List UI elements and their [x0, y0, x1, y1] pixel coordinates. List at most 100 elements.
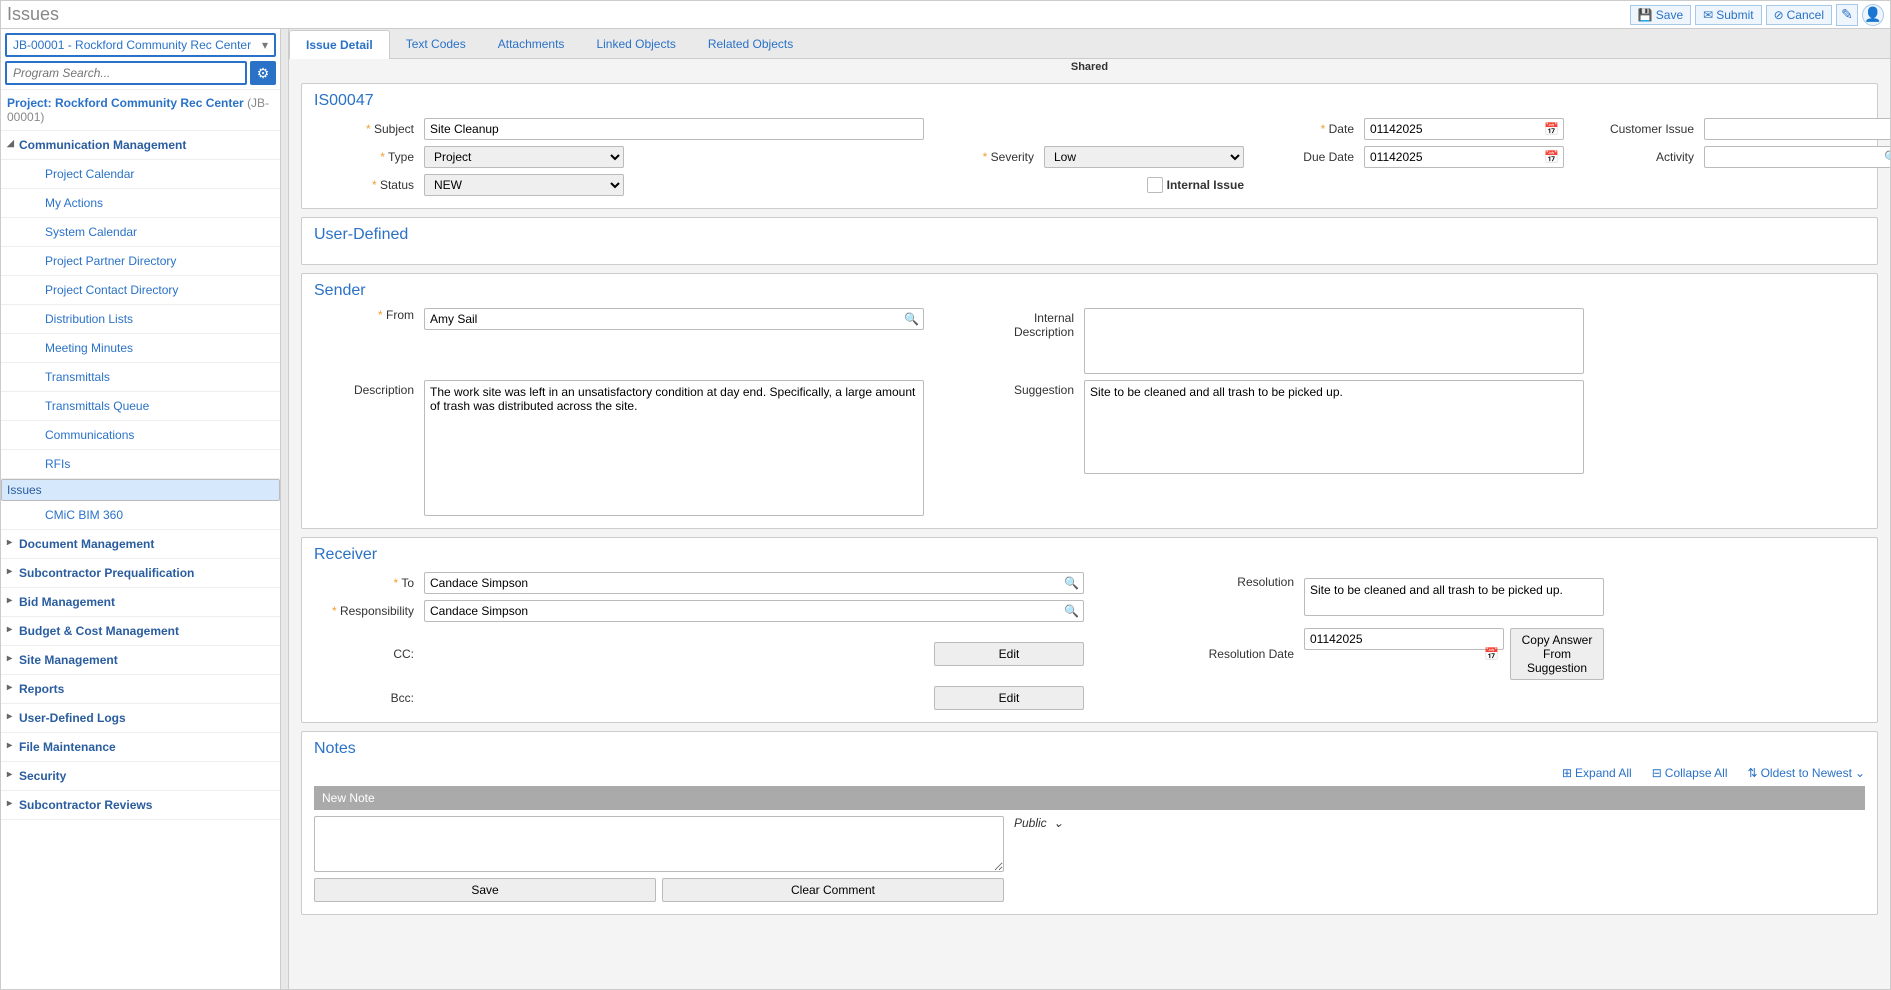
- save-icon: 💾: [1638, 8, 1653, 22]
- tree-item[interactable]: Distribution Lists: [1, 305, 280, 334]
- activity-input[interactable]: [1704, 146, 1890, 168]
- note-visibility-select[interactable]: Public ⌄: [1014, 816, 1063, 830]
- tree-item[interactable]: My Actions: [1, 189, 280, 218]
- responsibility-label: Responsibility: [314, 604, 414, 618]
- receiver-panel: Receiver To 🔍 Resolution Site to be clea…: [301, 537, 1878, 723]
- calendar-icon[interactable]: 📅: [1544, 150, 1559, 164]
- tree-section[interactable]: File Maintenance: [1, 733, 280, 762]
- expand-all-link[interactable]: ⊞Expand All: [1562, 766, 1632, 780]
- issue-id: IS00047: [314, 92, 1865, 110]
- cancel-button[interactable]: ⊘Cancel: [1766, 5, 1832, 25]
- sidebar: JB-00001 - Rockford Community Rec Center…: [1, 29, 281, 989]
- suggestion-textarea[interactable]: Site to be cleaned and all trash to be p…: [1084, 380, 1584, 474]
- type-select[interactable]: Project: [424, 146, 624, 168]
- note-textarea[interactable]: [314, 816, 1004, 872]
- sender-panel: Sender From 🔍 InternalDescription Descri…: [301, 273, 1878, 529]
- tree-item[interactable]: Communications: [1, 421, 280, 450]
- tree-item[interactable]: Project Partner Directory: [1, 247, 280, 276]
- tab[interactable]: Text Codes: [390, 30, 482, 58]
- tree-item[interactable]: CMiC BIM 360: [1, 501, 280, 530]
- note-save-button[interactable]: Save: [314, 878, 656, 902]
- tree-section[interactable]: Security: [1, 762, 280, 791]
- note-clear-button[interactable]: Clear Comment: [662, 878, 1004, 902]
- resolution-textarea[interactable]: Site to be cleaned and all trash to be p…: [1304, 578, 1604, 616]
- project-select[interactable]: JB-00001 - Rockford Community Rec Center: [5, 33, 276, 57]
- to-label: To: [314, 576, 414, 590]
- subject-label: Subject: [314, 122, 414, 136]
- tree-item[interactable]: Project Calendar: [1, 160, 280, 189]
- tab[interactable]: Linked Objects: [580, 30, 691, 58]
- shared-label: Shared: [1071, 61, 1108, 73]
- tree-item[interactable]: Meeting Minutes: [1, 334, 280, 363]
- resolution-label: Resolution: [1094, 572, 1294, 589]
- subject-input[interactable]: [424, 118, 924, 140]
- internal-desc-textarea[interactable]: [1084, 308, 1584, 374]
- suggestion-label: Suggestion: [934, 380, 1074, 397]
- tabs: Issue DetailText CodesAttachmentsLinked …: [289, 29, 1890, 59]
- project-header[interactable]: Project: Rockford Community Rec Center (…: [1, 90, 280, 131]
- date-input[interactable]: [1364, 118, 1564, 140]
- tree-section[interactable]: Budget & Cost Management: [1, 617, 280, 646]
- save-button[interactable]: 💾Save: [1630, 5, 1691, 25]
- description-textarea[interactable]: The work site was left in an unsatisfact…: [424, 380, 924, 516]
- from-input[interactable]: [424, 308, 924, 330]
- tree-section[interactable]: Reports: [1, 675, 280, 704]
- calendar-icon[interactable]: 📅: [1544, 122, 1559, 136]
- edit-icon[interactable]: ✎: [1836, 4, 1858, 26]
- tree-item[interactable]: Transmittals: [1, 363, 280, 392]
- tree-section[interactable]: Site Management: [1, 646, 280, 675]
- plus-icon: ⊞: [1562, 766, 1572, 780]
- tree-section[interactable]: Communication Management: [1, 131, 280, 160]
- bcc-edit-button[interactable]: Edit: [934, 686, 1084, 710]
- from-label: From: [314, 308, 414, 322]
- program-search-input[interactable]: [5, 61, 247, 85]
- sort-icon: ⇅: [1748, 766, 1758, 780]
- tab[interactable]: Related Objects: [692, 30, 809, 58]
- page-title: Issues: [7, 4, 59, 25]
- bcc-label: Bcc:: [314, 691, 414, 705]
- titlebar: Issues 💾Save ✉Submit ⊘Cancel ✎ 👤: [1, 1, 1890, 29]
- tree-item[interactable]: RFIs: [1, 450, 280, 479]
- issue-panel: IS00047 Subject Date 📅 Customer Issue Ty…: [301, 83, 1878, 209]
- sort-link[interactable]: ⇅Oldest to Newest ⌄: [1748, 766, 1866, 780]
- user-defined-title: User-Defined: [314, 226, 1865, 244]
- activity-label: Activity: [1574, 150, 1694, 164]
- gear-icon[interactable]: ⚙: [250, 61, 276, 85]
- res-date-input[interactable]: [1304, 628, 1504, 650]
- submit-icon: ✉: [1703, 8, 1713, 22]
- notes-title: Notes: [314, 740, 1865, 758]
- tree-item[interactable]: Issues: [1, 479, 280, 501]
- splitter[interactable]: [281, 29, 289, 989]
- tree-section[interactable]: Document Management: [1, 530, 280, 559]
- calendar-icon[interactable]: 📅: [1484, 647, 1499, 661]
- submit-button[interactable]: ✉Submit: [1695, 5, 1761, 25]
- tree-section[interactable]: Subcontractor Prequalification: [1, 559, 280, 588]
- new-note-header: New Note: [314, 786, 1865, 810]
- customer-issue-input[interactable]: [1704, 118, 1890, 140]
- description-label: Description: [314, 380, 414, 397]
- tab[interactable]: Issue Detail: [289, 30, 390, 59]
- to-input[interactable]: [424, 572, 1084, 594]
- status-select[interactable]: NEW: [424, 174, 624, 196]
- tree-item[interactable]: System Calendar: [1, 218, 280, 247]
- cc-edit-button[interactable]: Edit: [934, 642, 1084, 666]
- tree-section[interactable]: Bid Management: [1, 588, 280, 617]
- tree-section[interactable]: Subcontractor Reviews: [1, 791, 280, 820]
- date-label: Date: [1254, 122, 1354, 136]
- tree-item[interactable]: Project Contact Directory: [1, 276, 280, 305]
- internal-issue-checkbox[interactable]: [1147, 177, 1163, 193]
- tree-item[interactable]: Transmittals Queue: [1, 392, 280, 421]
- res-date-label: Resolution Date: [1094, 647, 1294, 661]
- responsibility-input[interactable]: [424, 600, 1084, 622]
- status-label: Status: [314, 178, 414, 192]
- copy-answer-button[interactable]: Copy Answer From Suggestion: [1510, 628, 1604, 680]
- tab[interactable]: Attachments: [482, 30, 581, 58]
- receiver-title: Receiver: [314, 546, 1865, 564]
- due-date-input[interactable]: [1364, 146, 1564, 168]
- severity-select[interactable]: Low: [1044, 146, 1244, 168]
- collapse-all-link[interactable]: ⊟Collapse All: [1652, 766, 1728, 780]
- user-icon[interactable]: 👤: [1862, 4, 1884, 26]
- internal-issue-label: Internal Issue: [1167, 178, 1244, 192]
- tree-section[interactable]: User-Defined Logs: [1, 704, 280, 733]
- cancel-icon: ⊘: [1774, 8, 1784, 22]
